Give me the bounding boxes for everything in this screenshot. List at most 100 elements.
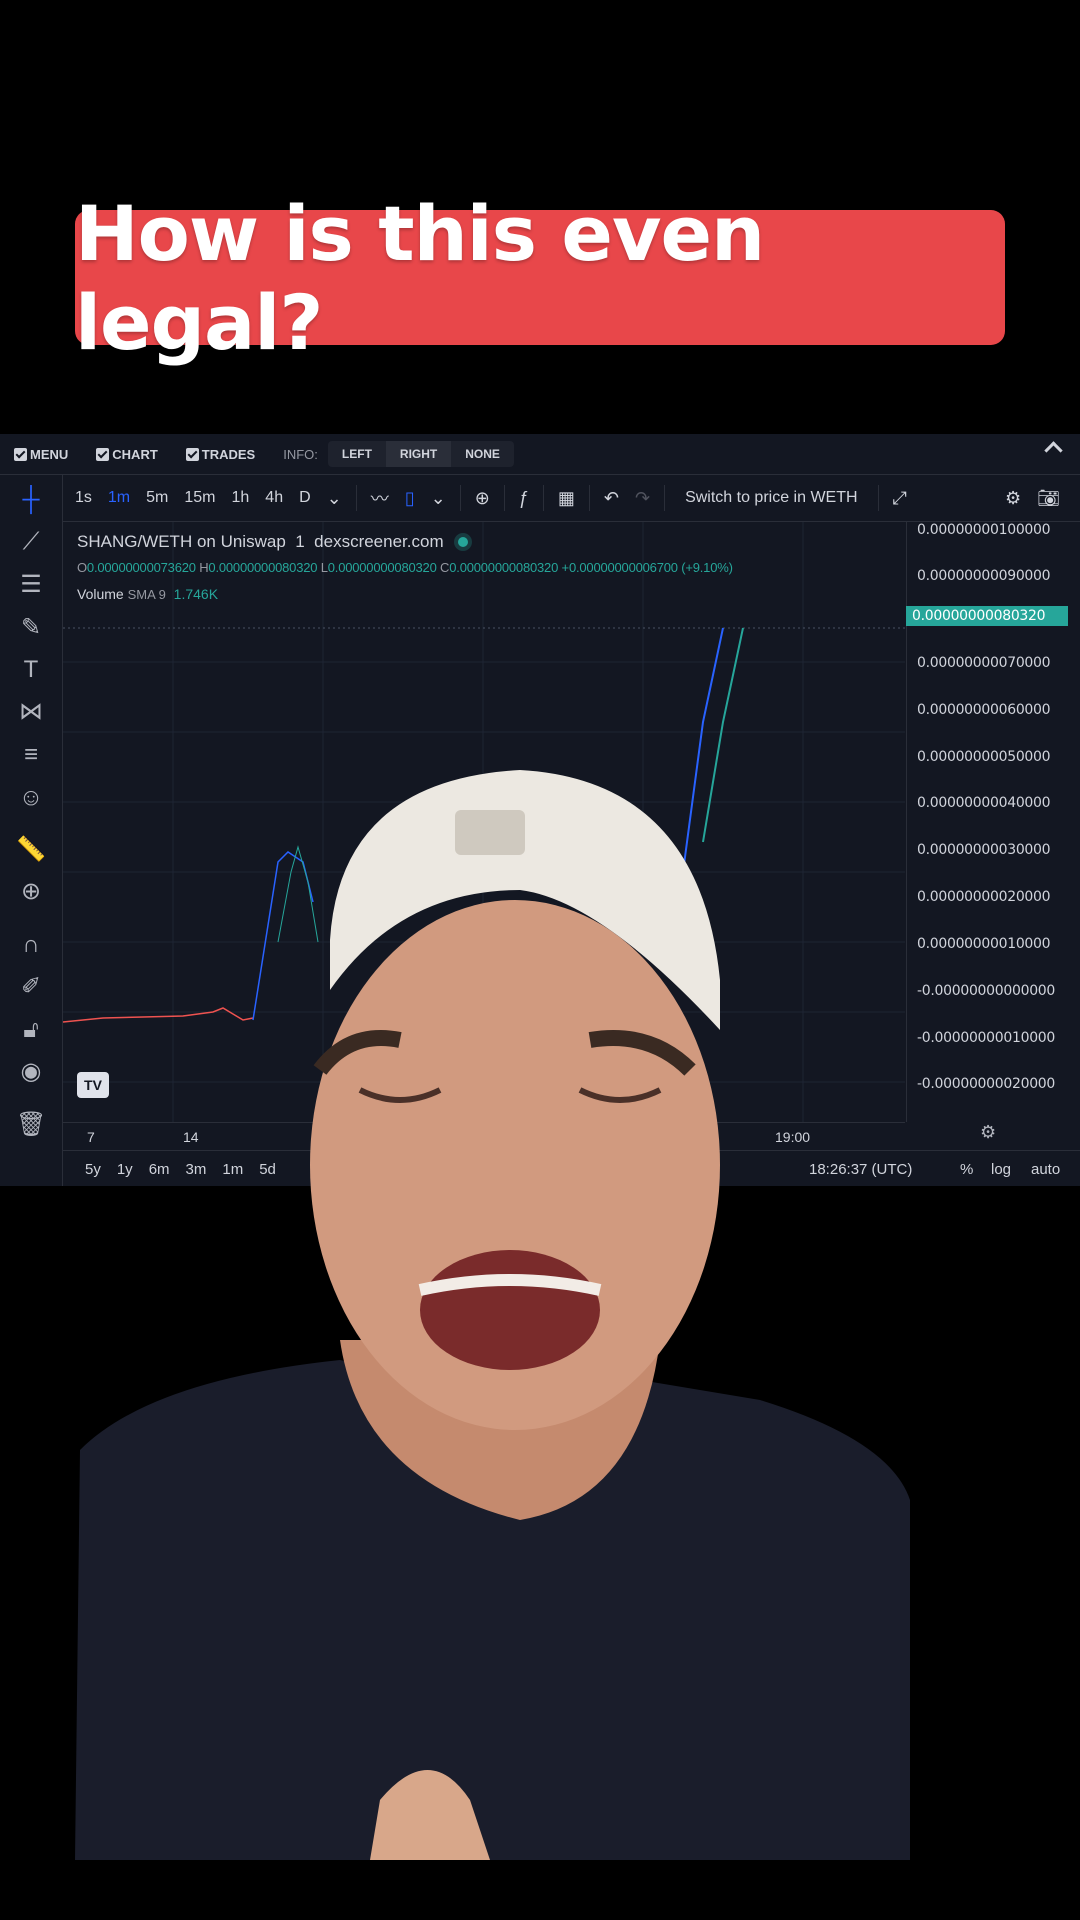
emoji-icon[interactable]: ☺ (16, 783, 46, 813)
price-series-early (63, 1007, 254, 1023)
prediction-icon[interactable]: ≡ (16, 740, 46, 770)
time-tick: 19:00 (775, 1129, 811, 1145)
trades-toggle[interactable]: TRADES (185, 447, 255, 462)
trash-icon[interactable]: 🗑︎ (16, 1110, 46, 1140)
open-mouth (420, 1250, 600, 1370)
zoom-icon[interactable]: ⊕ (16, 877, 46, 907)
open-value: 0.00000000073620 (86, 560, 196, 575)
chevron-down-icon[interactable]: ⌄ (431, 488, 446, 509)
timeframe-1h[interactable]: 1h (232, 489, 250, 507)
auto-toggle[interactable]: auto (1031, 1161, 1060, 1178)
range-3m[interactable]: 3m (186, 1161, 207, 1178)
high-value: 0.00000000080320 (208, 560, 318, 575)
redo-icon[interactable]: ↷ (635, 488, 650, 509)
range-5d[interactable]: 5d (259, 1161, 276, 1178)
chart-toggle[interactable]: CHART (96, 447, 158, 462)
ohlc-row: O0.00000000073620 H0.00000000080320 L0.0… (77, 560, 733, 575)
bottom-bar: 5y 1y 6m 3m 1m 5d 18:26:37 (UTC) % log a… (63, 1150, 1080, 1187)
brush-icon[interactable]: ✎ (16, 613, 46, 643)
menu-toggle[interactable]: MENU (14, 447, 68, 462)
add-indicator-icon[interactable]: ⊕ (475, 488, 490, 509)
volume-value: 1.746K (173, 586, 219, 602)
line-chart-icon[interactable]: 〰 (371, 485, 389, 511)
camera-icon[interactable]: 📷︎ (1037, 488, 1060, 509)
range-6m[interactable]: 6m (149, 1161, 170, 1178)
info-segment: LEFT RIGHT NONE (327, 441, 514, 467)
volume-bars-1 (277, 845, 319, 943)
info-left-button[interactable]: LEFT (328, 441, 386, 467)
price-chart[interactable]: SHANG/WETH on Uniswap 1 dexscreener.com … (63, 522, 905, 1122)
switch-price-button[interactable]: Switch to price in WETH (685, 489, 857, 507)
price-tick: 0.00000000050000 (917, 749, 1051, 765)
time-tick: 7 (87, 1129, 95, 1145)
neck (340, 1340, 660, 1520)
percent-toggle[interactable]: % (960, 1161, 973, 1178)
chevron-down-icon[interactable]: ⌄ (327, 488, 342, 509)
price-tick: 0.00000000090000 (917, 568, 1051, 584)
price-series-spike-1 (252, 851, 314, 1021)
info-right-button[interactable]: RIGHT (385, 441, 452, 467)
price-tick: 0.00000000100000 (917, 522, 1051, 538)
crosshair-icon[interactable]: ┼ (16, 485, 46, 515)
price-tick: 0.00000000020000 (917, 889, 1051, 905)
timeframe-4h[interactable]: 4h (265, 489, 283, 507)
symbol-label: SHANG/WETH on Uniswap (77, 532, 286, 551)
log-toggle[interactable]: log (991, 1161, 1011, 1178)
chart-legend: SHANG/WETH on Uniswap 1 dexscreener.com (77, 532, 469, 552)
range-1y[interactable]: 1y (117, 1161, 133, 1178)
text-icon[interactable]: T (16, 655, 46, 685)
current-price-badge: 0.00000000080320 (906, 606, 1068, 626)
scale-settings-icon[interactable]: ⚙ (980, 1122, 996, 1143)
magnet-icon[interactable]: ∩ (16, 930, 46, 960)
layout-grid-icon[interactable]: ▦ (558, 488, 575, 509)
timeframe-5m[interactable]: 5m (146, 489, 168, 507)
divider (664, 485, 666, 511)
timeframe-15m[interactable]: 15m (184, 489, 215, 507)
divider (503, 485, 505, 511)
hand (370, 1770, 490, 1860)
price-series-spike-3 (702, 627, 744, 843)
volume-legend: Volume SMA 9 1.746K (77, 586, 219, 602)
top-bar: MENU CHART TRADES INFO: LEFT RIGHT NONE (0, 434, 1080, 475)
price-tick: 0.00000000010000 (917, 936, 1051, 952)
pattern-icon[interactable]: ⋈ (16, 697, 46, 727)
dex-chart-panel: MENU CHART TRADES INFO: LEFT RIGHT NONE … (0, 434, 1080, 1186)
divider (877, 485, 879, 511)
time-scale[interactable]: 7 14 19:00 (63, 1122, 905, 1151)
timeframe-1s[interactable]: 1s (75, 489, 92, 507)
price-tick: 0.00000000070000 (917, 655, 1051, 671)
range-5y[interactable]: 5y (85, 1161, 101, 1178)
timeframe-1m[interactable]: 1m (108, 489, 130, 507)
checkbox-icon (14, 447, 27, 461)
info-label: INFO: (283, 446, 318, 462)
info-none-button[interactable]: NONE (451, 441, 514, 467)
close-value: 0.00000000080320 (449, 560, 559, 575)
price-scale[interactable]: 0.00000000100000 0.00000000090000 0.0000… (906, 522, 1080, 1122)
gear-icon[interactable]: ⚙ (1005, 488, 1021, 509)
fib-icon[interactable]: ☰ (16, 570, 46, 600)
divider (588, 485, 590, 511)
lock-drawing-icon[interactable]: ✐ (16, 972, 46, 1002)
divider (355, 485, 357, 511)
divider (542, 485, 544, 511)
range-1m[interactable]: 1m (222, 1161, 243, 1178)
drawing-toolbar: ┼ ⟋ ☰ ✎ T ⋈ ≡ ☺ 📏 ⊕ ∩ ✐ 🔓︎ ◉ 🗑︎ (0, 475, 63, 1186)
fullscreen-icon[interactable]: ⤢ (893, 488, 907, 509)
price-series-spike-2 (682, 627, 724, 873)
change-value: +0.00000000006700 (+9.10%) (561, 560, 733, 575)
time-tick: 14 (183, 1129, 199, 1145)
chevron-up-icon[interactable] (1044, 441, 1063, 460)
utc-clock[interactable]: 18:26:37 (UTC) (809, 1161, 912, 1178)
eye-icon[interactable]: ◉ (16, 1057, 46, 1087)
price-tick: 0.00000000040000 (917, 795, 1051, 811)
ruler-icon[interactable]: 📏 (16, 835, 46, 865)
divider (459, 485, 461, 511)
lock-icon[interactable]: 🔓︎ (16, 1015, 46, 1045)
fx-icon[interactable]: ƒ (519, 488, 529, 509)
undo-icon[interactable]: ↶ (604, 488, 619, 509)
price-tick: 0.00000000030000 (917, 842, 1051, 858)
candles-icon[interactable]: ▯ (405, 488, 415, 509)
timeframe-d[interactable]: D (299, 489, 311, 507)
trend-line-icon[interactable]: ⟋ (16, 527, 46, 557)
source-label: dexscreener.com (314, 532, 444, 551)
